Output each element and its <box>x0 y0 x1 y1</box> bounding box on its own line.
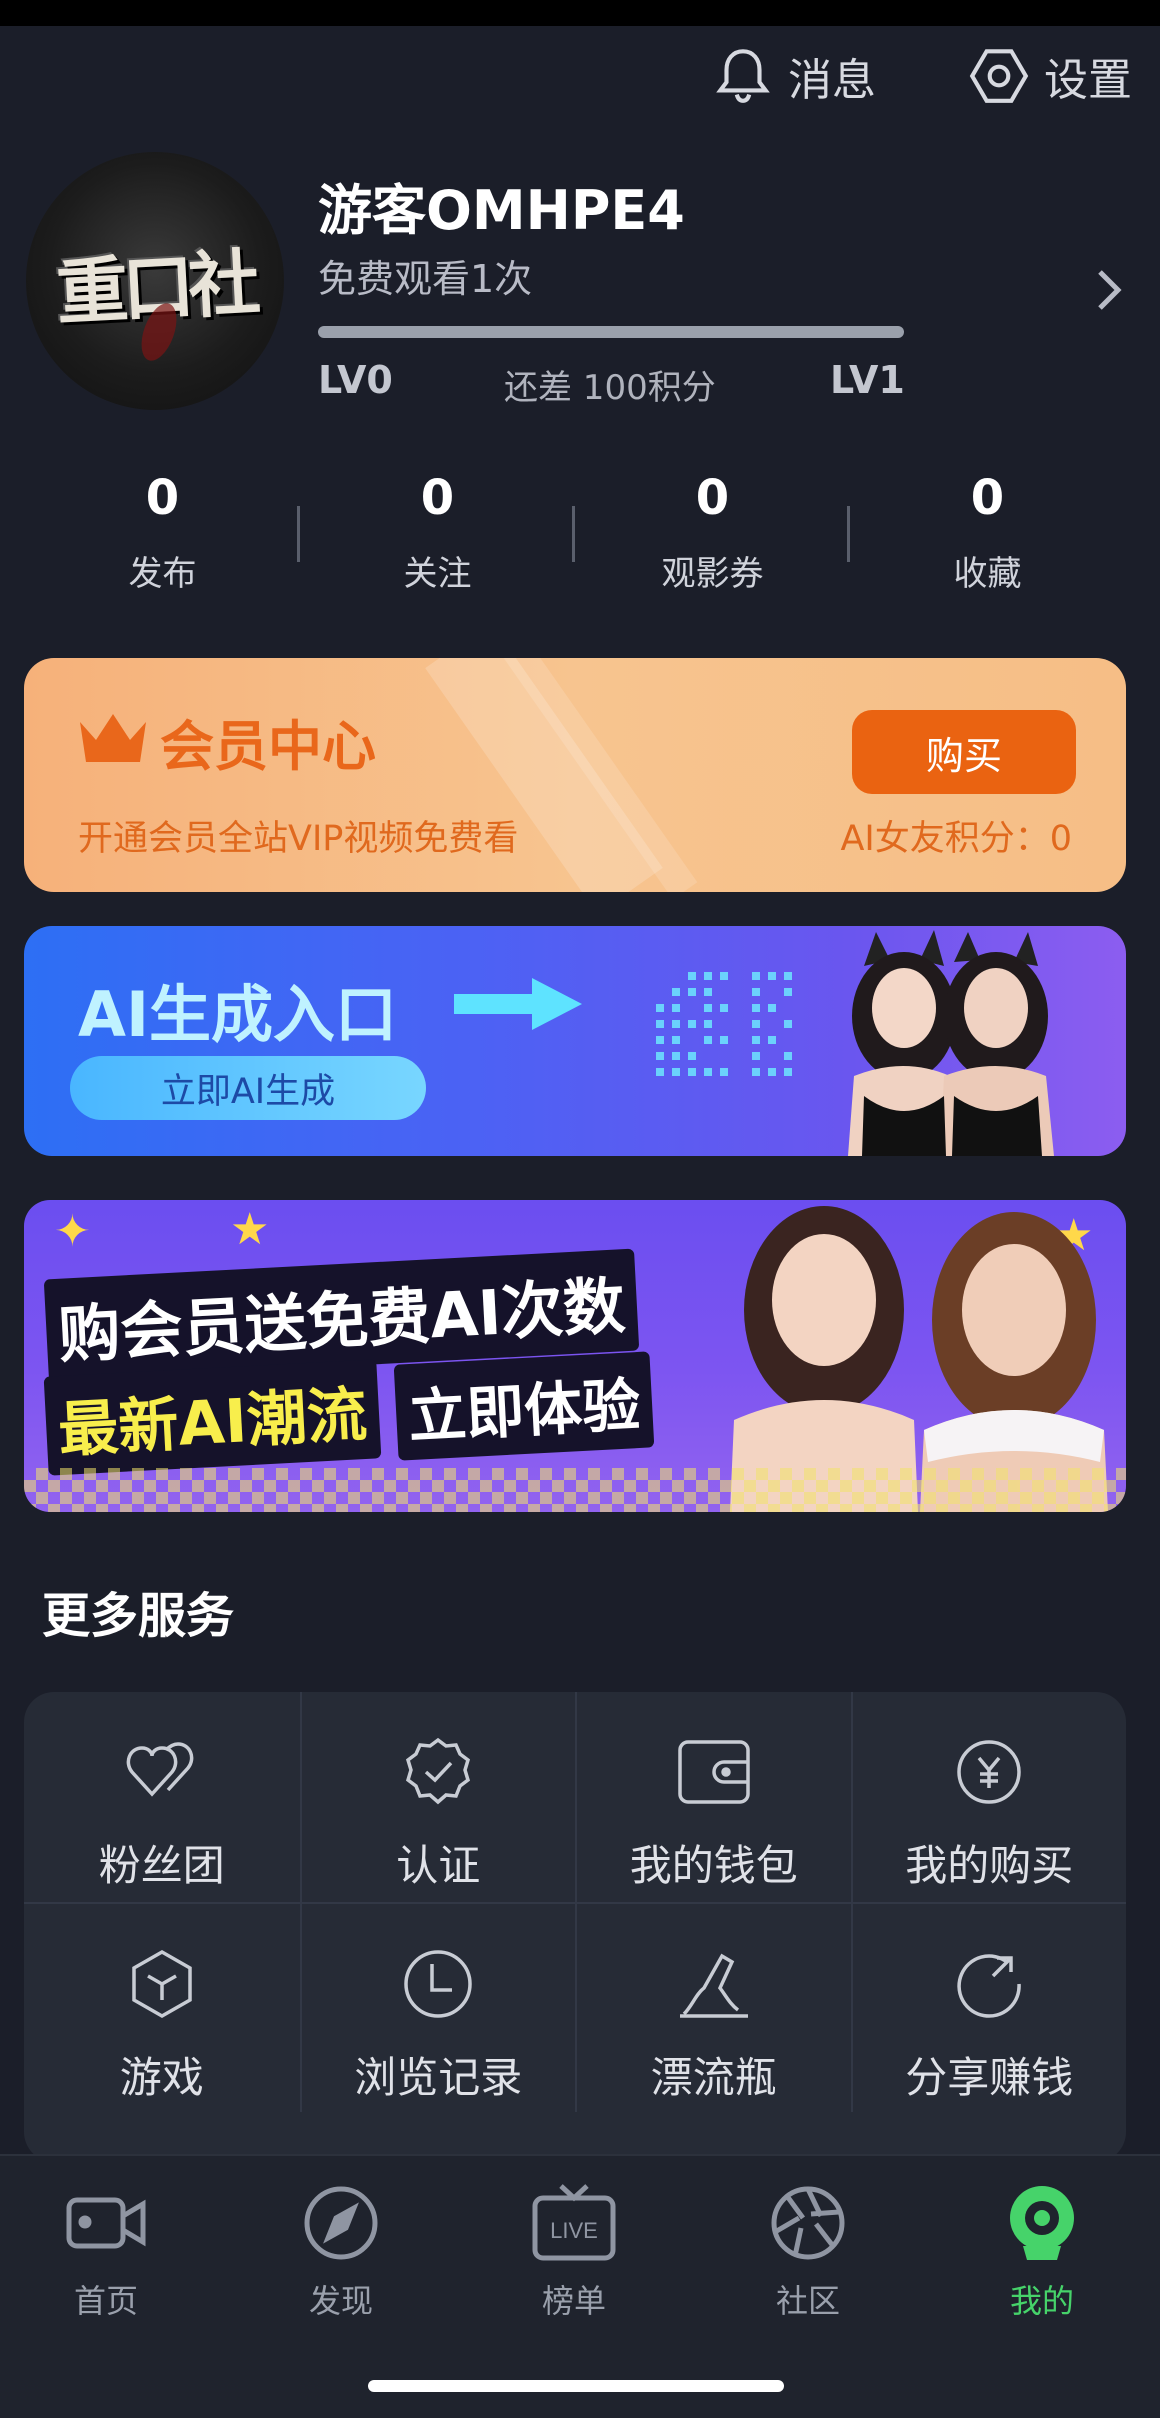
ai-dot-matrix-graphic <box>656 972 792 1076</box>
model-figures-image <box>848 930 1054 1156</box>
stat-value: 0 <box>145 470 180 526</box>
service-fan-club[interactable]: 粉丝团 <box>24 1692 300 1902</box>
tab-label: 发现 <box>308 2282 373 2320</box>
star-icon: ★ <box>230 1204 270 1255</box>
level-next: LV1 <box>830 358 905 402</box>
service-purchases[interactable]: 我的购买 <box>850 1692 1127 1902</box>
avatar[interactable]: 重口社 <box>26 152 284 410</box>
services-grid: 粉丝团 认证 我的钱包 我的购买 游戏 浏览记录 漂流瓶 分享赚钱 <box>24 1692 1126 2162</box>
tab-label: 首页 <box>73 2282 138 2320</box>
service-games[interactable]: 游戏 <box>24 1904 300 2112</box>
wallet-icon <box>678 1740 750 1804</box>
stat-tickets[interactable]: 0 观影券 <box>575 470 850 610</box>
level-progress-bar <box>318 326 904 338</box>
promo-subline: 最新AI潮流 <box>43 1359 382 1476</box>
aperture-icon <box>771 2186 845 2260</box>
status-bar <box>0 0 1160 26</box>
tab-rankings[interactable]: LIVE 榜单 <box>494 2180 654 2322</box>
hearts-icon <box>126 1742 194 1797</box>
service-label: 分享赚钱 <box>905 2053 1074 2102</box>
service-share-earn[interactable]: 分享赚钱 <box>850 1904 1127 2112</box>
service-verification[interactable]: 认证 <box>299 1692 576 1902</box>
share-refresh-icon <box>957 1954 1022 2018</box>
bell-icon <box>716 49 770 103</box>
services-row: 游戏 浏览记录 漂流瓶 分享赚钱 <box>24 1902 1126 2112</box>
stat-label: 观影券 <box>661 554 764 594</box>
profile-webcam-icon <box>1010 2186 1074 2260</box>
arrow-right-icon <box>454 978 582 1030</box>
service-label: 游戏 <box>119 2053 204 2102</box>
gear-icon <box>969 49 1029 103</box>
service-label: 我的钱包 <box>629 1841 798 1890</box>
service-label: 粉丝团 <box>98 1841 225 1890</box>
top-actions: 消息 设置 <box>710 36 1132 116</box>
service-label: 浏览记录 <box>354 2053 523 2102</box>
level-current: LV0 <box>318 358 393 402</box>
free-views-text: 免费观看1次 <box>318 257 533 301</box>
ai-generate-button[interactable]: 立即AI生成 <box>70 1056 426 1120</box>
stat-following[interactable]: 0 关注 <box>300 470 575 610</box>
vip-subtitle: 开通会员全站VIP视频免费看 <box>78 819 519 859</box>
stat-value: 0 <box>970 470 1005 526</box>
stat-favorites[interactable]: 0 收藏 <box>850 470 1125 610</box>
tab-label: 我的 <box>1009 2282 1074 2320</box>
clock-icon <box>404 1950 472 2018</box>
settings-button[interactable]: 设置 <box>966 43 1132 109</box>
vip-center-card[interactable]: 会员中心 开通会员全站VIP视频免费看 购买 AI女友积分：0 <box>24 658 1126 892</box>
vip-title: 会员中心 <box>160 715 376 778</box>
service-history[interactable]: 浏览记录 <box>299 1904 576 2112</box>
stat-value: 0 <box>695 470 730 526</box>
messages-button[interactable]: 消息 <box>710 43 876 109</box>
svg-text:LIVE: LIVE <box>550 2218 598 2243</box>
verified-badge-icon <box>406 1737 471 1805</box>
stat-label: 收藏 <box>953 554 1022 594</box>
stat-published[interactable]: 0 发布 <box>25 470 300 610</box>
promo-models-image <box>730 1206 1108 1512</box>
bottom-tab-bar: 首页 发现 LIVE 榜单 社区 我的 <box>0 2154 1160 2418</box>
stat-label: 发布 <box>128 554 197 594</box>
settings-label: 设置 <box>1044 55 1132 106</box>
live-tv-icon: LIVE <box>532 2184 616 2261</box>
username[interactable]: 游客OMHPE4 <box>318 166 685 245</box>
service-label: 我的购买 <box>905 1841 1074 1890</box>
vip-promo-banner[interactable]: ✦ ★ ★ 购会员送免费AI次数 最新AI潮流 立即体验 <box>24 1200 1126 1512</box>
services-row: 粉丝团 认证 我的钱包 我的购买 <box>24 1692 1126 1902</box>
service-drift-bottle[interactable]: 漂流瓶 <box>575 1904 851 2112</box>
buy-button[interactable]: 购买 <box>852 710 1076 794</box>
compass-icon <box>304 2186 378 2260</box>
stat-label: 关注 <box>403 554 472 594</box>
home-indicator <box>368 2380 784 2392</box>
promo-cta[interactable]: 立即体验 <box>393 1351 655 1461</box>
service-wallet[interactable]: 我的钱包 <box>575 1692 851 1902</box>
stats-row: 0 发布 0 关注 0 观影券 0 收藏 <box>0 470 1160 610</box>
chevron-right-icon[interactable] <box>1092 262 1128 318</box>
tab-community[interactable]: 社区 <box>728 2180 888 2322</box>
points-needed: 还差 100积分 <box>504 368 716 408</box>
tab-profile[interactable]: 我的 <box>962 2180 1122 2322</box>
video-camera-icon <box>66 2197 146 2249</box>
tab-discover[interactable]: 发现 <box>261 2180 421 2322</box>
crown-icon <box>80 714 146 762</box>
tab-label: 社区 <box>775 2282 840 2320</box>
section-title: 更多服务 <box>42 1588 235 1644</box>
service-label: 漂流瓶 <box>650 2053 777 2102</box>
cube-icon <box>132 1949 192 2019</box>
stat-value: 0 <box>420 470 455 526</box>
ai-generate-banner[interactable]: AI生成入口 立即AI生成 <box>24 926 1126 1156</box>
service-label: 认证 <box>396 1841 481 1890</box>
ai-points: AI女友积分：0 <box>840 819 1072 859</box>
sparkle-icon: ✦ <box>54 1206 91 1257</box>
yen-coin-icon <box>957 1740 1021 1804</box>
tab-home[interactable]: 首页 <box>26 2180 186 2322</box>
drift-bottle-icon <box>679 1953 748 2018</box>
ai-banner-title: AI生成入口 <box>78 978 398 1051</box>
messages-label: 消息 <box>788 55 876 106</box>
tab-label: 榜单 <box>541 2282 606 2320</box>
checker-pattern <box>24 1468 1126 1512</box>
